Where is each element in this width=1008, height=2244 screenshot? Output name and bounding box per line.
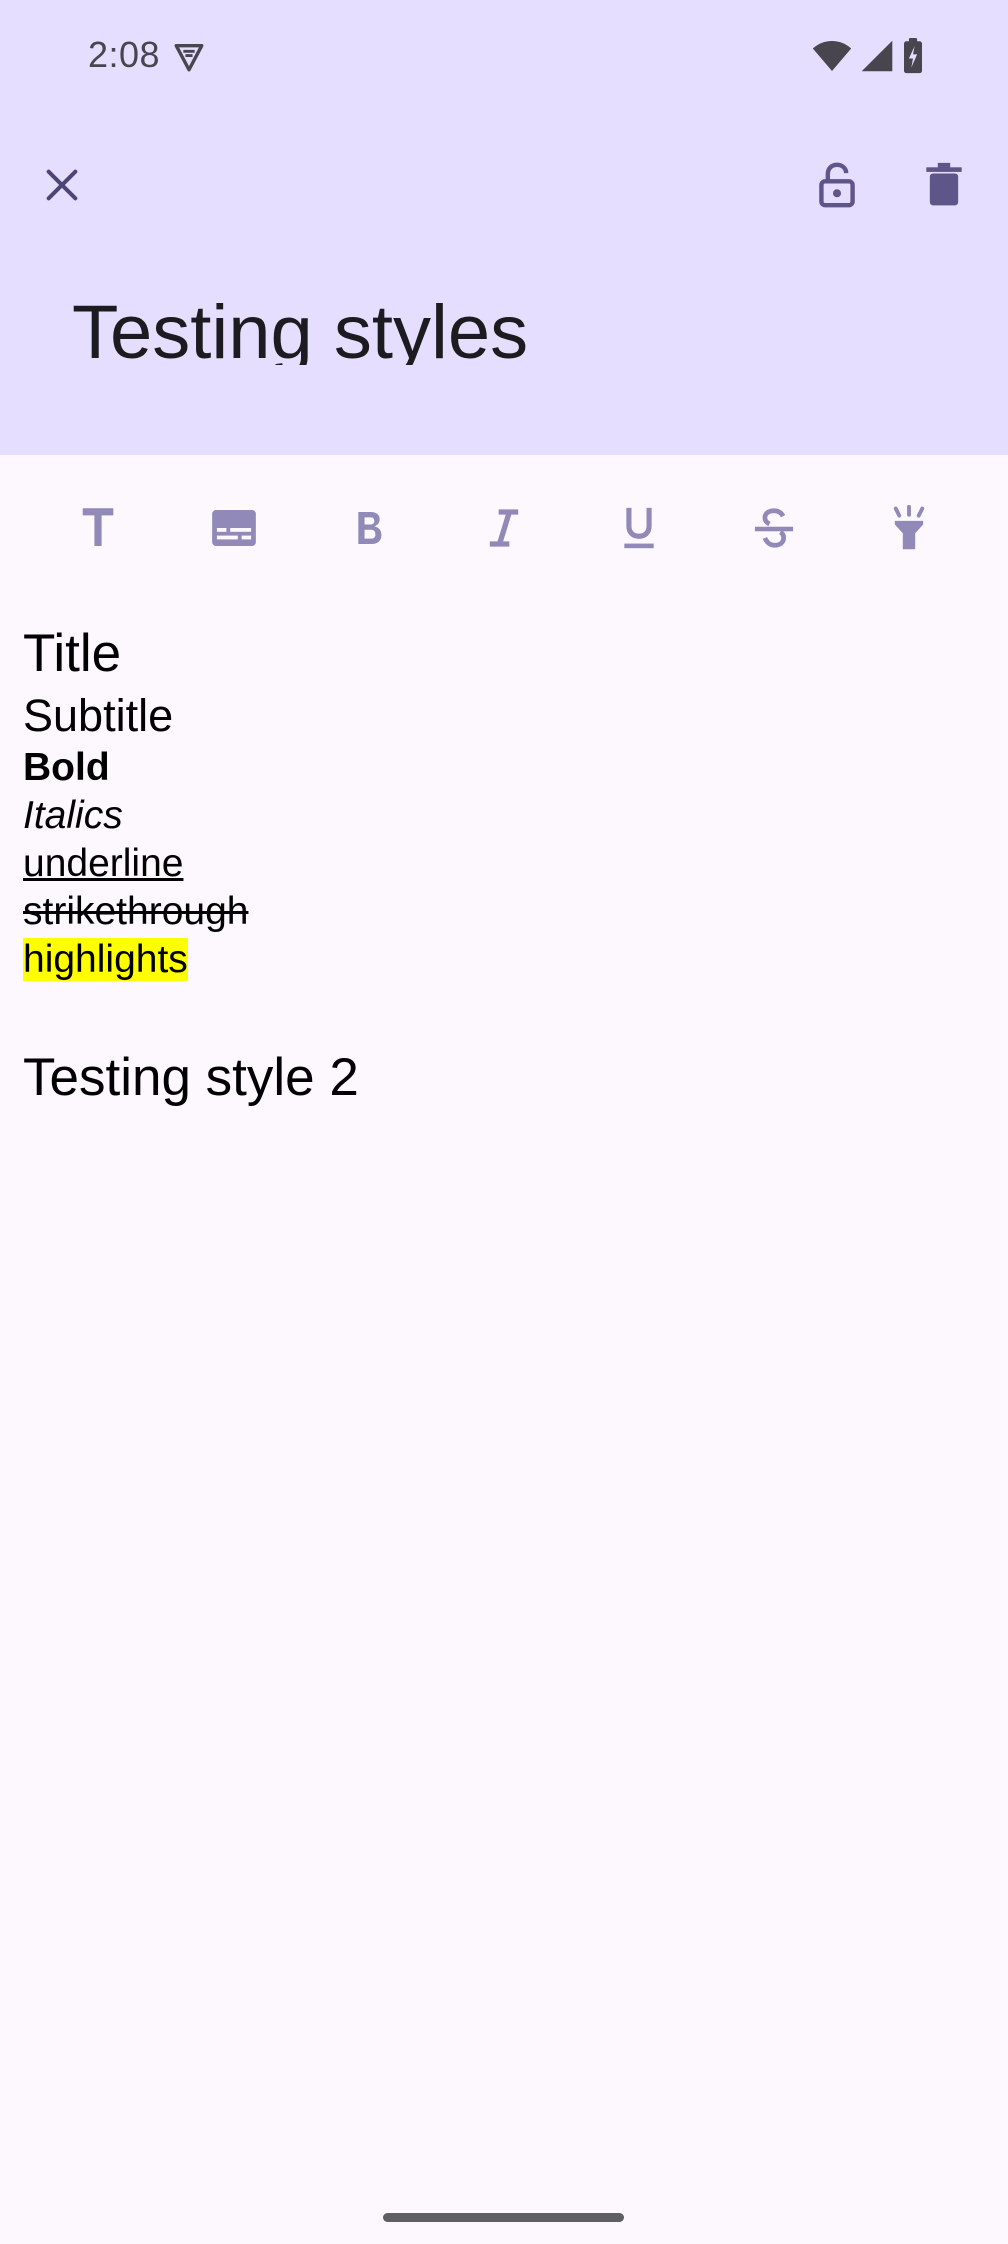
note-title[interactable]: Testing styles (72, 285, 528, 365)
cell-signal-icon (861, 40, 893, 72)
subtitles-icon (212, 509, 256, 547)
bold-format-button[interactable] (331, 490, 407, 566)
lock-open-icon (819, 162, 855, 208)
wifi-icon (812, 41, 852, 71)
highlight-format-button[interactable] (871, 490, 947, 566)
delete-icon (926, 162, 962, 206)
body-line-bold: Bold (23, 746, 110, 789)
body-line-second-title: Testing style 2 (23, 1048, 359, 1107)
underline-format-button[interactable] (601, 490, 677, 566)
body-line-underline: underline (23, 842, 184, 885)
highlighted-text: highlights (23, 938, 188, 981)
delete-button[interactable] (904, 145, 984, 225)
note-header: 2:08 Testing styles (0, 0, 1008, 455)
strikethrough-format-button[interactable] (736, 490, 812, 566)
vpn-shield-icon (174, 43, 204, 72)
body-line-strikethrough: strikethrough (23, 890, 249, 933)
subtitle-format-button[interactable] (196, 490, 272, 566)
gesture-navigation-bar[interactable] (383, 2213, 624, 2222)
close-button[interactable] (22, 145, 102, 225)
italic-format-button[interactable] (466, 490, 542, 566)
strikethrough-icon (754, 508, 794, 548)
title-text-icon (82, 508, 114, 546)
note-body[interactable]: Title Subtitle Bold Italics underline st… (23, 620, 983, 1112)
body-line-highlights: highlights (23, 936, 983, 984)
body-line-italics: Italics (23, 794, 123, 837)
underline-icon (624, 507, 654, 549)
flashlight-icon (893, 505, 925, 550)
status-bar: 2:08 (0, 0, 1008, 115)
battery-charging-icon (904, 38, 922, 74)
status-icons (812, 38, 924, 74)
status-time: 2:08 (88, 34, 161, 75)
lock-button[interactable] (797, 145, 877, 225)
bold-icon (358, 512, 382, 544)
body-line-subtitle: Subtitle (23, 690, 174, 741)
italic-icon (489, 509, 519, 547)
title-format-button[interactable] (60, 490, 136, 566)
body-line-title: Title (23, 624, 122, 683)
close-icon (46, 169, 78, 201)
